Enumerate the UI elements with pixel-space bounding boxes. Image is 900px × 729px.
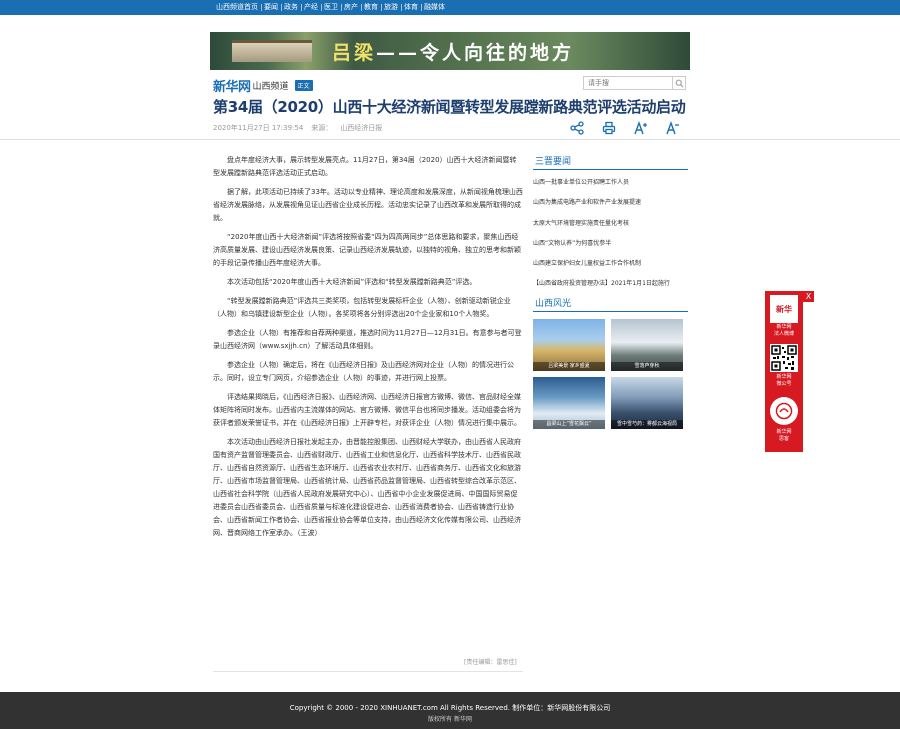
top-nav-list: 山西频道首页 要闻 政务 产经 医卫 房产 教育 旅游 体育 融媒体 xyxy=(213,0,448,15)
news-link[interactable]: 山西建立保护妇女儿童权益工作合作机制 xyxy=(533,254,693,274)
nav-item-sports[interactable]: 体育 xyxy=(401,0,421,15)
search-box xyxy=(583,76,686,90)
article-end-divider xyxy=(213,671,523,672)
footer-copyright: Copyright © 2000 - 2020 XINHUANET.com Al… xyxy=(289,704,611,712)
share-button[interactable] xyxy=(568,119,586,137)
qr-code xyxy=(770,344,798,372)
nav-item-media[interactable]: 融媒体 xyxy=(421,0,448,15)
article-body: 盘点年度经济大事，展示转型发展亮点。11月27日，第34届（2020）山西十大经… xyxy=(213,154,523,546)
qr-code-icon xyxy=(771,345,797,371)
article-paragraph: “转型发展蹚新路典范”评选共三类奖项，包括转型发展标杆企业（人物）、创新驱动新锐… xyxy=(213,297,511,318)
nav-item-home[interactable]: 山西频道首页 xyxy=(213,0,261,15)
weibo-label: 新华网 法人微博 xyxy=(773,324,794,337)
news-link[interactable]: 山西“文物认养”为何喜忧参半 xyxy=(533,234,693,254)
news-link[interactable]: 太原大气环境管理实施责任量化考核 xyxy=(533,214,693,234)
banner-title-accent: 吕梁 xyxy=(332,42,377,64)
news-link[interactable]: 山西为集成电路产业和软件产业发展提速 xyxy=(533,193,693,213)
nav-item-health[interactable]: 医卫 xyxy=(321,0,341,15)
article-paragraph: “2020年度山西十大经济新闻”评选将按照省委“四为四高两同步”总体思路和要求，… xyxy=(213,233,521,267)
sidebar-news-list: 山西一批事业单位公开招聘工作人员 山西为集成电路产业和软件产业发展提速 太原大气… xyxy=(533,173,693,295)
article-toolbar xyxy=(568,119,682,137)
photo-card[interactable]: 雪落芦芽秋 xyxy=(611,319,683,371)
xinhua-logo[interactable]: 新华网 xyxy=(213,76,251,95)
nav-item-economy[interactable]: 产经 xyxy=(301,0,321,15)
article-paragraph: 参选企业（人物）确定后，将在《山西经济日报》及山西经济网对企业（人物）的情况进行… xyxy=(213,361,514,382)
article-paragraph: 盘点年度经济大事，展示转型发展亮点。11月27日，第34届（2020）山西十大经… xyxy=(213,156,517,177)
photo-caption: 吕梁美景 家乡盛夏 xyxy=(533,362,605,371)
search-button[interactable] xyxy=(672,77,685,89)
sidebar-photos-title: 山西风光 xyxy=(535,299,572,309)
photo-card[interactable]: 昌梁山上“雪花飘云” xyxy=(533,377,605,429)
article-date: 2020年11月27日 17:39:54 xyxy=(213,124,304,132)
article-title: 第34届（2020）山西十大经济新闻暨转型发展蹚新路典范评选活动启动 xyxy=(213,98,686,116)
close-button[interactable]: X xyxy=(803,291,814,302)
article-paragraph: 本次活动包括“2020年度山西十大经济新闻”评选和“转型发展蹚新路典范”评选。 xyxy=(227,278,477,286)
thinker-logo[interactable] xyxy=(770,397,798,425)
photo-grid: 吕梁美景 家乡盛夏 雪落芦芽秋 昌梁山上“雪花飘云” 雪中雪芍药：雾都云海视局 xyxy=(533,319,688,429)
article-tag: 正文 xyxy=(294,79,313,91)
footer-rights: 版权所有 新华网 xyxy=(428,716,472,723)
sidebar-photos-header: 山西风光 xyxy=(533,296,688,312)
article-source: 山西经济日报 xyxy=(340,124,383,132)
nav-item-news[interactable]: 要闻 xyxy=(261,0,281,15)
article-paragraph: 参选企业（人物）有推荐和自荐两种渠道，推选时间为11月27日—12月31日。有意… xyxy=(213,329,522,350)
responsible-editor: [责任编辑：雷思佳] xyxy=(464,659,517,666)
header-divider xyxy=(0,139,900,140)
print-button[interactable] xyxy=(600,119,618,137)
font-decrease-icon xyxy=(666,120,679,135)
news-link[interactable]: 【山西省政府投资管理办法】2021年1月1日起施行 xyxy=(533,274,693,294)
page-footer: Copyright © 2000 - 2020 XINHUANET.com Al… xyxy=(0,692,900,729)
photo-caption: 昌梁山上“雪花飘云” xyxy=(533,420,605,429)
banner-title: 吕梁——令人向往的地方 xyxy=(332,38,574,65)
thinker-icon xyxy=(775,402,793,420)
weibo-logo-text: 新华 xyxy=(776,304,792,314)
article-meta: 2020年11月27日 17:39:54 来源： 山西经济日报 xyxy=(213,123,382,133)
photo-caption: 雪落芦芽秋 xyxy=(611,362,683,371)
banner-building-image xyxy=(232,40,312,62)
share-icon xyxy=(570,121,584,135)
nav-item-property[interactable]: 房产 xyxy=(341,0,361,15)
follow-panel: X 新华 新华网 法人微博 新华网 微公号 新华网 思客 xyxy=(765,291,814,452)
nav-item-government[interactable]: 政务 xyxy=(281,0,301,15)
font-increase-icon xyxy=(634,120,647,135)
banner-title-rest: ——令人向往的地方 xyxy=(376,42,575,64)
weibo-logo[interactable]: 新华 xyxy=(770,295,798,323)
font-decrease-button[interactable] xyxy=(664,119,682,137)
source-label: 来源： xyxy=(311,124,333,132)
search-icon xyxy=(675,79,684,88)
font-increase-button[interactable] xyxy=(632,119,650,137)
channel-name[interactable]: 山西频道 xyxy=(253,79,289,92)
print-icon xyxy=(602,121,616,135)
article-paragraph: 评选结果揭晓后，《山西经济日报》、山西经济网、山西经济日报官方微博、微信、官品财… xyxy=(213,393,521,427)
photo-card[interactable]: 吕梁美景 家乡盛夏 xyxy=(533,319,605,371)
wechat-label: 新华网 微公号 xyxy=(776,374,792,387)
nav-item-education[interactable]: 教育 xyxy=(361,0,381,15)
news-link[interactable]: 山西一批事业单位公开招聘工作人员 xyxy=(533,173,693,193)
photo-card[interactable]: 雪中雪芍药：雾都云海视局 xyxy=(611,377,683,429)
brand-bar: 新华网 山西频道 正文 xyxy=(213,76,313,95)
article-paragraph: 据了解，此项活动已持续了33年。活动以专业精神、理论高度和发展深度，从新闻视角梳… xyxy=(213,188,523,222)
search-input[interactable] xyxy=(584,77,672,89)
thinker-label: 新华网 思客 xyxy=(776,429,792,442)
top-navigation: 山西频道首页 要闻 政务 产经 医卫 房产 教育 旅游 体育 融媒体 xyxy=(0,0,900,15)
advert-banner[interactable]: 吕梁——令人向往的地方 xyxy=(210,32,690,70)
sidebar-news-header: 三晋要闻 xyxy=(533,154,688,170)
sidebar-news-title: 三晋要闻 xyxy=(535,157,572,167)
photo-caption: 雪中雪芍药：雾都云海视局 xyxy=(611,420,683,429)
article-paragraph: 本次活动由山西经济日报社发起主办，由晋能控股集团、山西财经大学联办，由山西省人民… xyxy=(213,438,521,537)
nav-item-travel[interactable]: 旅游 xyxy=(381,0,401,15)
